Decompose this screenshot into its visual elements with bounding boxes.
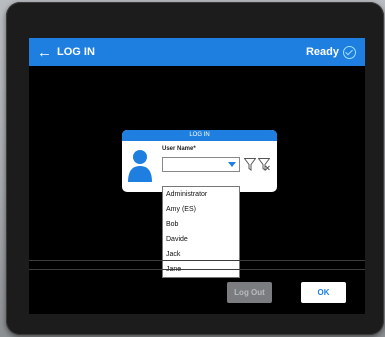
dropdown-option-amy[interactable]: Amy (ES)	[163, 202, 239, 217]
status-text: Ready	[305, 46, 339, 58]
login-screen: ← LOG IN Ready LOG IN User Name* Adminis…	[29, 38, 365, 314]
chevron-down-icon[interactable]	[228, 162, 236, 167]
divider-top	[29, 260, 365, 261]
user-name-label: User Name*	[162, 146, 196, 152]
dropdown-option-administrator[interactable]: Administrator	[163, 187, 239, 202]
user-name-select[interactable]	[162, 157, 240, 172]
header-title: LOG IN	[57, 46, 95, 58]
ready-check-icon	[343, 45, 356, 59]
logout-button[interactable]: Log Out	[227, 282, 272, 303]
filter-icon[interactable]	[244, 158, 256, 171]
dropdown-option-davide[interactable]: Davide	[163, 232, 239, 247]
user-silhouette-icon	[128, 150, 152, 182]
ok-button[interactable]: OK	[301, 282, 346, 303]
divider-bottom	[29, 269, 365, 270]
clear-filter-icon[interactable]	[258, 158, 270, 171]
dialog-title: LOG IN	[122, 130, 277, 141]
header-bar: ← LOG IN Ready	[29, 38, 365, 66]
login-dialog: LOG IN User Name*	[122, 130, 277, 192]
back-arrow-icon[interactable]: ←	[37, 45, 52, 60]
dropdown-option-bob[interactable]: Bob	[163, 217, 239, 232]
user-dropdown-list: Administrator Amy (ES) Bob Davide Jack J…	[162, 186, 240, 278]
